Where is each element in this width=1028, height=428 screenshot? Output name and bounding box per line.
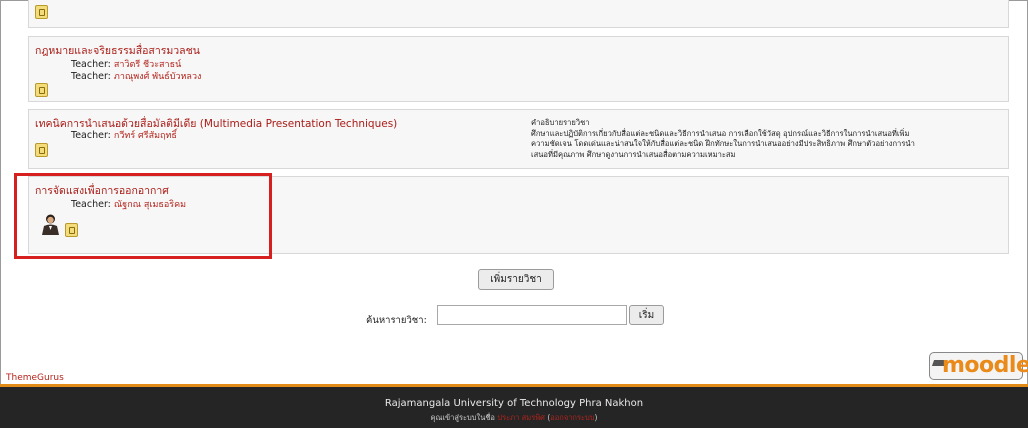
key-icon[interactable] bbox=[35, 83, 48, 97]
key-icon[interactable] bbox=[35, 5, 48, 19]
search-label: ค้นหารายวิชา: bbox=[366, 315, 427, 326]
logout-link[interactable]: ออกจากระบบ bbox=[550, 413, 594, 422]
user-profile-link[interactable]: ประภา สมรพิศ bbox=[497, 413, 545, 422]
summary-line: ศึกษาและปฏิบัติการเกี่ยวกับสื่อแต่ละชนิด… bbox=[531, 128, 910, 138]
teacher-name-link[interactable]: ภาณุพงศ์ พันธ์บัวหลวง bbox=[114, 72, 201, 82]
summary-heading: คำอธิบายรายวิชา bbox=[531, 118, 590, 127]
course-search-input[interactable] bbox=[437, 305, 627, 325]
teacher-label: Teacher: bbox=[71, 71, 111, 82]
add-course-button[interactable]: เพิ่มรายวิชา bbox=[478, 269, 554, 290]
teacher-label: Teacher: bbox=[71, 130, 111, 141]
teacher-line: Teacher: กวีทร์ ศรีสัมฤทธิ์ bbox=[71, 128, 177, 142]
key-icon[interactable] bbox=[35, 143, 48, 157]
course-box: เทคนิคการนำเสนอด้วยสื่อมัลติมีเดีย (Mult… bbox=[28, 109, 1009, 169]
highlight-box bbox=[14, 173, 272, 259]
moodle-logo[interactable]: moodle bbox=[929, 352, 1028, 380]
theme-credit-link[interactable]: ThemeGurus bbox=[6, 373, 64, 383]
footer: Rajamangala University of Technology Phr… bbox=[0, 387, 1028, 428]
course-summary: คำอธิบายรายวิชา ศึกษาและปฏิบัติการเกี่ยว… bbox=[531, 118, 1001, 160]
login-info: คุณเข้าสู่ระบบในชื่อ ประภา สมรพิศ (ออกจา… bbox=[0, 412, 1028, 424]
course-box-partial bbox=[28, 0, 1009, 28]
summary-line: ความชัดเจน โดดเด่นและน่าสนใจให้กับสื่อแต… bbox=[531, 139, 915, 149]
moodle-logo-text: moodle bbox=[942, 353, 1028, 378]
search-go-button[interactable]: เริ่ม bbox=[629, 305, 664, 325]
paren-close: ) bbox=[594, 413, 598, 422]
summary-line: เสนอที่มีคุณภาพ ศึกษาดูงานการนำเสนอสื่อต… bbox=[531, 149, 736, 159]
footer-site-title: Rajamangala University of Technology Phr… bbox=[384, 398, 644, 409]
teacher-name-link[interactable]: กวีทร์ ศรีสัมฤทธิ์ bbox=[114, 131, 177, 141]
course-box: กฎหมายและจริยธรรมสื่อสารมวลชน Teacher: ส… bbox=[28, 36, 1009, 102]
login-prefix: คุณเข้าสู่ระบบในชื่อ bbox=[430, 413, 495, 422]
teacher-line: Teacher: ภาณุพงศ์ พันธ์บัวหลวง bbox=[71, 69, 201, 83]
